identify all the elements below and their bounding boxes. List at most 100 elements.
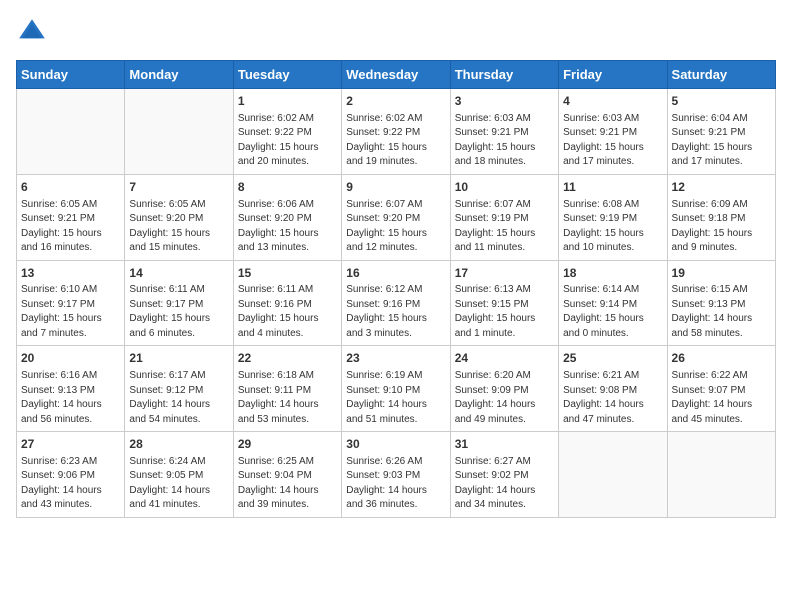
logo [16,16,52,48]
calendar-cell: 31Sunrise: 6:27 AM Sunset: 9:02 PM Dayli… [450,432,558,518]
day-number: 5 [672,93,771,110]
day-info: Sunrise: 6:03 AM Sunset: 9:21 PM Dayligh… [563,112,662,170]
day-number: 7 [129,179,228,196]
day-info: Sunrise: 6:15 AM Sunset: 9:13 PM Dayligh… [672,283,771,341]
day-number: 6 [21,179,120,196]
day-info: Sunrise: 6:11 AM Sunset: 9:16 PM Dayligh… [238,283,337,341]
day-number: 27 [21,436,120,453]
calendar-cell: 30 Sunrise: 6:26 AM Sunset: 9:03 PM Dayli… [342,432,450,518]
calendar-cell: 8Sunrise: 6:06 AM Sunset: 9:20 PM Daylig… [233,174,341,260]
day-info: Sunrise: 6:11 AM Sunset: 9:17 PM Dayligh… [129,283,228,341]
day-number: 30 [346,436,445,453]
calendar-week-row: 6 Sunrise: 6:05 AM Sunset: 9:21 PM Daylig… [17,174,776,260]
calendar-cell: 5Sunrise: 6:04 AM Sunset: 9:21 PM Daylig… [667,89,775,175]
weekday-header: Monday [125,61,233,89]
calendar-cell: 6 Sunrise: 6:05 AM Sunset: 9:21 PM Daylig… [17,174,125,260]
day-number: 3 [455,93,554,110]
day-number: 14 [129,265,228,282]
calendar-cell: 1 Sunrise: 6:02 AM Sunset: 9:22 PM Daylig… [233,89,341,175]
calendar-cell [667,432,775,518]
day-number: 23 [346,350,445,367]
day-info: Sunrise: 6:02 AM Sunset: 9:22 PM Dayligh… [238,112,337,170]
day-info: Sunrise: 6:20 AM Sunset: 9:09 PM Dayligh… [455,369,554,427]
day-info: Sunrise: 6:22 AM Sunset: 9:07 PM Dayligh… [672,369,771,427]
day-info: Sunrise: 6:10 AM Sunset: 9:17 PM Dayligh… [21,283,120,341]
day-number: 1 [238,93,337,110]
calendar-cell: 12 Sunrise: 6:09 AM Sunset: 9:18 PM Dayli… [667,174,775,260]
calendar-cell: 7 Sunrise: 6:05 AM Sunset: 9:20 PM Daylig… [125,174,233,260]
calendar-cell: 10 Sunrise: 6:07 AM Sunset: 9:19 PM Dayli… [450,174,558,260]
calendar-cell: 17Sunrise: 6:13 AM Sunset: 9:15 PM Dayli… [450,260,558,346]
day-number: 12 [672,179,771,196]
logo-icon [16,16,48,48]
day-info: Sunrise: 6:25 AM Sunset: 9:04 PM Dayligh… [238,455,337,513]
calendar-cell: 11 Sunrise: 6:08 AM Sunset: 9:19 PM Dayli… [559,174,667,260]
calendar-cell: 4 Sunrise: 6:03 AM Sunset: 9:21 PM Daylig… [559,89,667,175]
day-number: 21 [129,350,228,367]
day-number: 19 [672,265,771,282]
weekday-header: Wednesday [342,61,450,89]
day-info: Sunrise: 6:17 AM Sunset: 9:12 PM Dayligh… [129,369,228,427]
day-number: 2 [346,93,445,110]
day-number: 11 [563,179,662,196]
calendar-cell: 23 Sunrise: 6:19 AM Sunset: 9:10 PM Dayli… [342,346,450,432]
day-number: 8 [238,179,337,196]
day-number: 10 [455,179,554,196]
calendar-cell: 18Sunrise: 6:14 AM Sunset: 9:14 PM Dayli… [559,260,667,346]
calendar-cell: 27 Sunrise: 6:23 AM Sunset: 9:06 PM Dayli… [17,432,125,518]
calendar-cell [17,89,125,175]
calendar-cell: 21 Sunrise: 6:17 AM Sunset: 9:12 PM Dayli… [125,346,233,432]
day-info: Sunrise: 6:03 AM Sunset: 9:21 PM Dayligh… [455,112,554,170]
day-info: Sunrise: 6:09 AM Sunset: 9:18 PM Dayligh… [672,198,771,256]
day-info: Sunrise: 6:23 AM Sunset: 9:06 PM Dayligh… [21,455,120,513]
day-number: 17 [455,265,554,282]
weekday-header: Tuesday [233,61,341,89]
calendar-cell: 15Sunrise: 6:11 AM Sunset: 9:16 PM Dayli… [233,260,341,346]
day-info: Sunrise: 6:08 AM Sunset: 9:19 PM Dayligh… [563,198,662,256]
day-info: Sunrise: 6:24 AM Sunset: 9:05 PM Dayligh… [129,455,228,513]
day-info: Sunrise: 6:16 AM Sunset: 9:13 PM Dayligh… [21,369,120,427]
calendar-week-row: 20Sunrise: 6:16 AM Sunset: 9:13 PM Dayli… [17,346,776,432]
page-header [16,16,776,48]
day-number: 29 [238,436,337,453]
day-info: Sunrise: 6:26 AM Sunset: 9:03 PM Dayligh… [346,455,445,513]
day-number: 9 [346,179,445,196]
calendar-cell: 29 Sunrise: 6:25 AM Sunset: 9:04 PM Dayli… [233,432,341,518]
calendar-cell: 13Sunrise: 6:10 AM Sunset: 9:17 PM Dayli… [17,260,125,346]
day-number: 26 [672,350,771,367]
day-info: Sunrise: 6:21 AM Sunset: 9:08 PM Dayligh… [563,369,662,427]
calendar-cell: 25Sunrise: 6:21 AM Sunset: 9:08 PM Dayli… [559,346,667,432]
calendar-cell: 2 Sunrise: 6:02 AM Sunset: 9:22 PM Daylig… [342,89,450,175]
calendar-cell: 19Sunrise: 6:15 AM Sunset: 9:13 PM Dayli… [667,260,775,346]
calendar-cell: 14Sunrise: 6:11 AM Sunset: 9:17 PM Dayli… [125,260,233,346]
day-info: Sunrise: 6:02 AM Sunset: 9:22 PM Dayligh… [346,112,445,170]
day-number: 22 [238,350,337,367]
calendar-cell: 3 Sunrise: 6:03 AM Sunset: 9:21 PM Daylig… [450,89,558,175]
day-info: Sunrise: 6:07 AM Sunset: 9:19 PM Dayligh… [455,198,554,256]
day-info: Sunrise: 6:19 AM Sunset: 9:10 PM Dayligh… [346,369,445,427]
day-number: 16 [346,265,445,282]
day-number: 24 [455,350,554,367]
day-info: Sunrise: 6:27 AM Sunset: 9:02 PM Dayligh… [455,455,554,513]
weekday-header: Friday [559,61,667,89]
day-info: Sunrise: 6:05 AM Sunset: 9:20 PM Dayligh… [129,198,228,256]
calendar-cell: 16Sunrise: 6:12 AM Sunset: 9:16 PM Dayli… [342,260,450,346]
day-info: Sunrise: 6:14 AM Sunset: 9:14 PM Dayligh… [563,283,662,341]
day-info: Sunrise: 6:12 AM Sunset: 9:16 PM Dayligh… [346,283,445,341]
day-number: 4 [563,93,662,110]
day-number: 15 [238,265,337,282]
calendar-cell: 20Sunrise: 6:16 AM Sunset: 9:13 PM Dayli… [17,346,125,432]
calendar-week-row: 13Sunrise: 6:10 AM Sunset: 9:17 PM Dayli… [17,260,776,346]
calendar-table: SundayMondayTuesdayWednesdayThursdayFrid… [16,60,776,518]
weekday-header-row: SundayMondayTuesdayWednesdayThursdayFrid… [17,61,776,89]
calendar-week-row: 27 Sunrise: 6:23 AM Sunset: 9:06 PM Dayli… [17,432,776,518]
day-info: Sunrise: 6:05 AM Sunset: 9:21 PM Dayligh… [21,198,120,256]
day-info: Sunrise: 6:13 AM Sunset: 9:15 PM Dayligh… [455,283,554,341]
calendar-cell [125,89,233,175]
weekday-header: Sunday [17,61,125,89]
day-number: 28 [129,436,228,453]
calendar-cell: 28 Sunrise: 6:24 AM Sunset: 9:05 PM Dayli… [125,432,233,518]
day-number: 18 [563,265,662,282]
calendar-cell: 9Sunrise: 6:07 AM Sunset: 9:20 PM Daylig… [342,174,450,260]
weekday-header: Saturday [667,61,775,89]
